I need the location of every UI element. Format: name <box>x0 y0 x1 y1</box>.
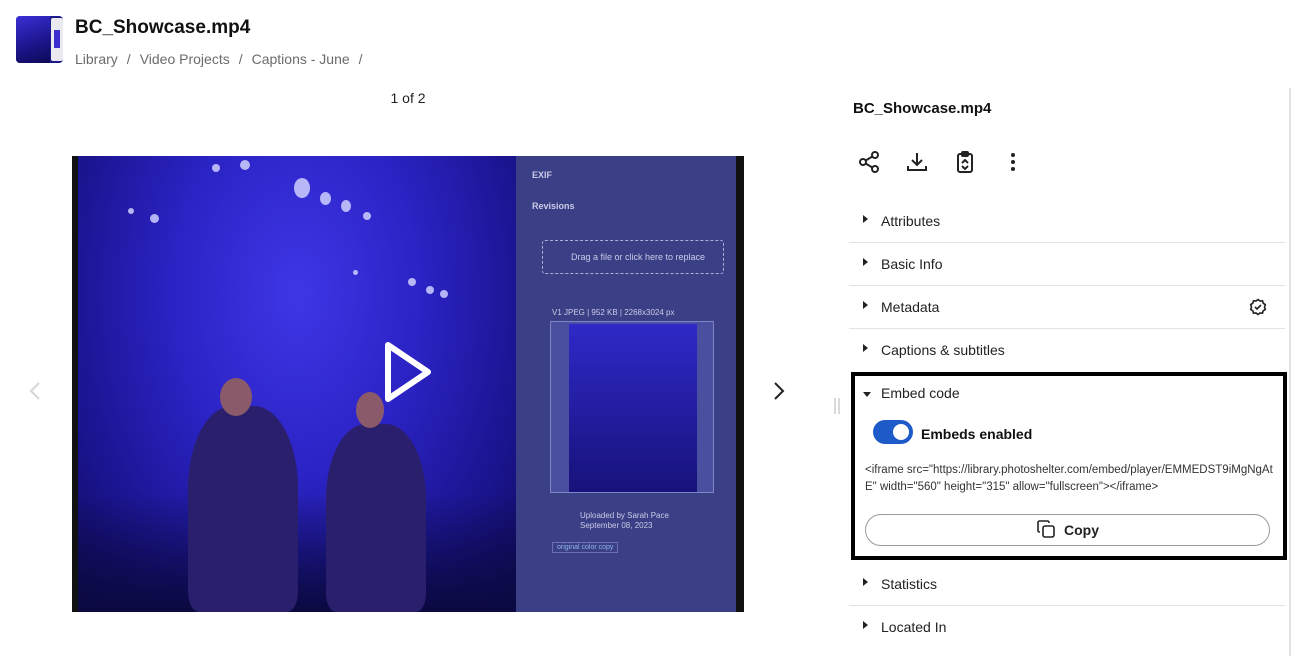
breadcrumb-library[interactable]: Library <box>75 51 118 67</box>
page-title: BC_Showcase.mp4 <box>75 17 251 38</box>
item-counter: 1 of 2 <box>390 90 426 106</box>
caret-right-icon <box>863 621 868 629</box>
caret-down-icon[interactable] <box>863 392 871 397</box>
more-vertical-icon[interactable] <box>1001 150 1025 174</box>
embeds-toggle-label: Embeds enabled <box>921 426 1033 442</box>
verified-edit-icon[interactable] <box>1249 298 1267 321</box>
header: BC_Showcase.mp4 Library / Video Projects… <box>0 0 1291 80</box>
next-arrow-icon[interactable] <box>772 381 786 406</box>
download-icon[interactable] <box>905 150 929 174</box>
action-toolbar <box>857 150 1025 174</box>
breadcrumb: Library / Video Projects / Captions - Ju… <box>75 51 363 67</box>
section-embed-code: Embed code Embeds enabled <iframe src="h… <box>851 372 1287 560</box>
breadcrumb-captions-june[interactable]: Captions - June <box>252 51 350 67</box>
section-attributes[interactable]: Attributes <box>849 200 1285 243</box>
caret-right-icon <box>863 578 868 586</box>
section-basic-info[interactable]: Basic Info <box>849 243 1285 286</box>
embeds-toggle[interactable] <box>873 420 913 444</box>
share-icon[interactable] <box>857 150 881 174</box>
revision-thumbnail <box>550 321 714 493</box>
caret-right-icon <box>863 258 868 266</box>
caret-right-icon <box>863 215 868 223</box>
section-metadata[interactable]: Metadata <box>849 286 1285 329</box>
copy-button[interactable]: Copy <box>865 514 1270 546</box>
section-located-in[interactable]: Located In <box>849 606 1285 649</box>
copy-icon <box>1036 519 1056 542</box>
section-captions-subtitles[interactable]: Captions & subtitles <box>849 329 1285 372</box>
clipboard-copy-icon[interactable] <box>953 150 977 174</box>
caret-right-icon <box>863 344 868 352</box>
embed-code-header[interactable]: Embed code <box>881 385 960 401</box>
section-statistics[interactable]: Statistics <box>849 563 1285 606</box>
play-icon[interactable] <box>382 340 434 409</box>
revisions-panel: EXIF Revisions Drag a file or click here… <box>516 156 736 612</box>
breadcrumb-video-projects[interactable]: Video Projects <box>140 51 230 67</box>
previous-arrow-icon[interactable] <box>28 381 42 406</box>
file-thumbnail <box>16 16 63 63</box>
panel-title: BC_Showcase.mp4 <box>853 100 992 117</box>
caret-right-icon <box>863 301 868 309</box>
concert-photo <box>78 156 516 612</box>
embed-code-text[interactable]: <iframe src="https://library.photoshelte… <box>865 462 1273 496</box>
details-panel: BC_Showcase.mp4 Attributes Basic Info Me… <box>849 88 1291 656</box>
resize-handle-icon[interactable] <box>832 397 842 420</box>
replace-dropzone: Drag a file or click here to replace <box>542 240 724 274</box>
